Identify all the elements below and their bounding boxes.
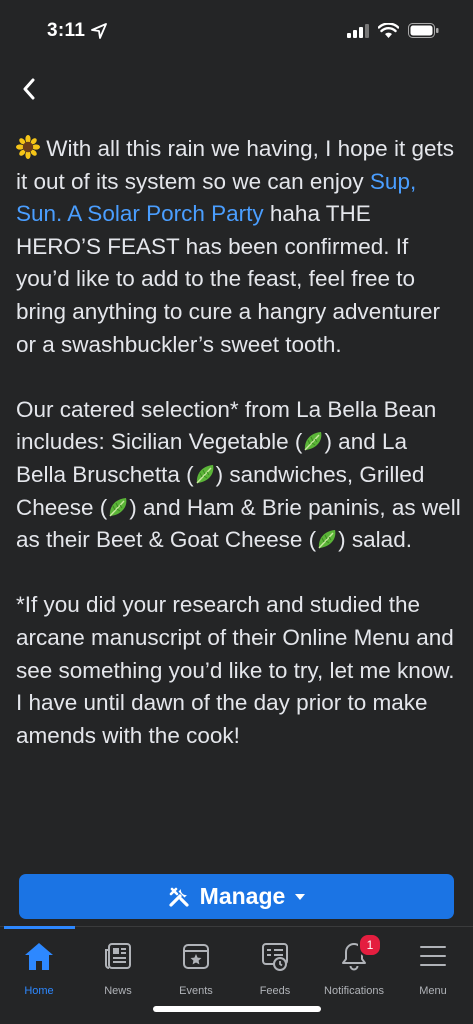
tab-events[interactable]: Events	[157, 939, 235, 997]
manage-button-label: Manage	[199, 883, 286, 909]
leafy-green-icon	[196, 464, 213, 484]
chevron-left-icon	[23, 78, 35, 100]
news-icon	[105, 943, 131, 969]
tab-label: Feeds	[259, 985, 291, 997]
paragraph-2-part-5: ) salad.	[338, 527, 412, 553]
home-icon	[25, 943, 53, 970]
tools-icon	[169, 887, 189, 907]
tab-notifications[interactable]: 1 Notifications	[315, 933, 393, 997]
tab-news[interactable]: News	[79, 939, 157, 997]
leafy-green-icon	[109, 497, 127, 517]
leafy-green-icon	[318, 530, 336, 549]
events-icon	[183, 944, 209, 969]
battery-icon	[408, 23, 439, 38]
manage-button[interactable]: Manage	[19, 874, 454, 919]
paragraph-3: *If you did your research and studied th…	[16, 592, 455, 748]
caret-down-icon	[295, 893, 306, 900]
tab-menu[interactable]: Menu	[394, 939, 472, 997]
status-time: 3:11	[47, 20, 86, 41]
home-indicator	[153, 1006, 321, 1012]
tab-label: Menu	[419, 985, 447, 997]
tab-label: News	[104, 985, 132, 997]
tab-feeds[interactable]: Feeds	[236, 939, 314, 997]
feeds-icon	[262, 943, 288, 971]
wifi-icon	[378, 23, 399, 38]
paragraph-2: Our catered selection* from La Bella Bea…	[16, 394, 461, 557]
status-bar: 3:11	[0, 0, 473, 62]
cellular-signal-icon	[347, 23, 369, 38]
status-icons	[347, 23, 439, 38]
location-arrow-icon	[91, 23, 107, 39]
event-description: With all this rain we having, I hope it …	[16, 133, 461, 785]
tab-label: Home	[24, 985, 54, 997]
back-button[interactable]	[14, 74, 44, 104]
tab-label: Notifications	[324, 985, 384, 997]
tab-home[interactable]: Home	[0, 939, 78, 997]
active-tab-indicator	[4, 926, 75, 929]
notification-badge: 1	[358, 933, 382, 957]
paragraph-1: With all this rain we having, I hope it …	[16, 133, 461, 361]
menu-icon	[420, 946, 446, 966]
leafy-green-icon	[304, 432, 322, 451]
sunflower-icon	[16, 135, 40, 159]
tab-label: Events	[179, 985, 213, 997]
